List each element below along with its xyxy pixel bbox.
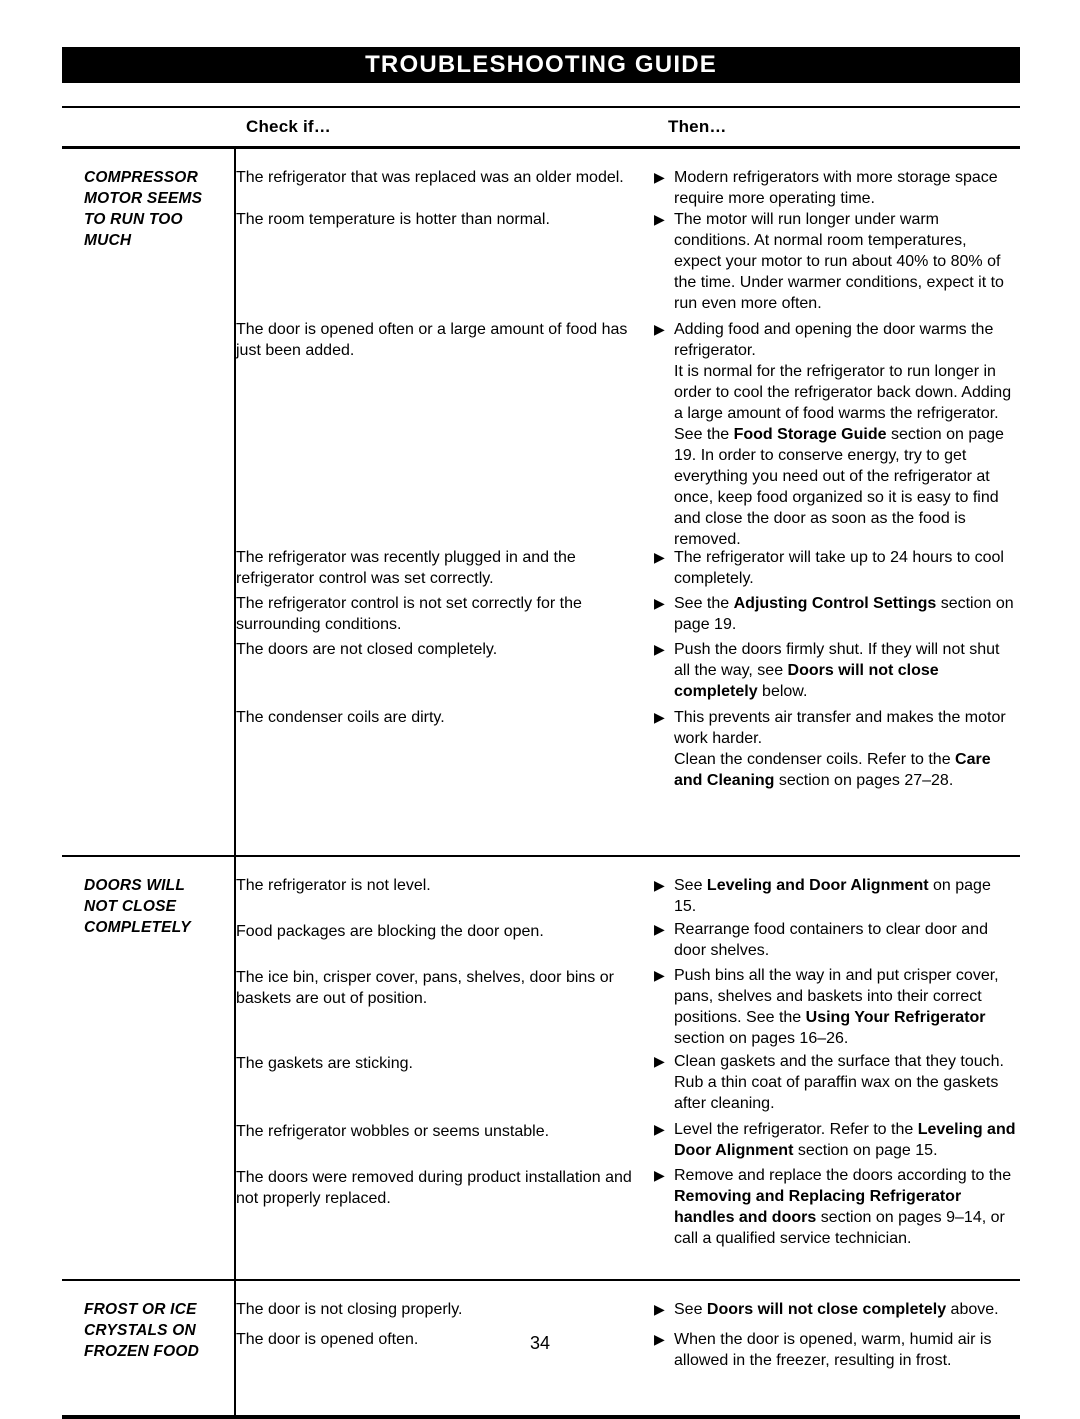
triangle-bullet-icon: ▶ bbox=[654, 549, 665, 565]
check-if-item: Food packages are blocking the door open… bbox=[236, 923, 544, 940]
then-item-text: Modern refrigerators with more storage s… bbox=[674, 169, 998, 207]
then-item-continuation: Clean the condenser coils. Refer to the … bbox=[674, 751, 991, 789]
page-number: 34 bbox=[529, 1333, 551, 1353]
check-if-item: The ice bin, crisper cover, pans, shelve… bbox=[236, 969, 614, 1007]
then-item: ▶ The refrigerator will take up to 24 hou… bbox=[654, 547, 1016, 589]
check-if-item: The room temperature is hotter than norm… bbox=[236, 211, 550, 228]
column-header-then: Then… bbox=[668, 117, 727, 136]
troubleshooting-table: Check if… Then… COMPRESSOR MOTOR SEEMS TO … bbox=[62, 106, 1020, 1419]
then-item: ▶ Level the refrigerator. Refer to the Le… bbox=[654, 1119, 1016, 1161]
section-body: The refrigerator is not level. Food packa… bbox=[234, 857, 1020, 1279]
section-body: The refrigerator that was replaced was a… bbox=[234, 149, 1020, 855]
then-item: ▶ See the Adjusting Control Settings sect… bbox=[654, 593, 1016, 635]
then-item-text: This prevents air transfer and makes the… bbox=[674, 709, 1006, 747]
check-if-item: The doors are not closed completely. bbox=[236, 641, 498, 658]
then-item-text: The motor will run longer under warm con… bbox=[674, 211, 1004, 312]
emphasis-text: Leveling and Door Alignment bbox=[706, 877, 929, 894]
emphasis-text: Using Your Refrigerator bbox=[805, 1009, 986, 1026]
check-if-item: The door is not closing properly. bbox=[236, 1301, 463, 1318]
then-item-continuation: It is normal for the refrigerator to run… bbox=[674, 363, 1012, 548]
check-if-item: The refrigerator that was replaced was a… bbox=[236, 169, 624, 186]
check-if-column: The refrigerator is not level. Food packa… bbox=[236, 875, 640, 1265]
check-if-column: The refrigerator that was replaced was a… bbox=[236, 167, 640, 841]
check-if-item: The refrigerator control is not set corr… bbox=[236, 595, 582, 633]
check-if-item: The refrigerator is not level. bbox=[236, 877, 431, 894]
then-item-text: Clean gaskets and the surface that they … bbox=[674, 1053, 1004, 1112]
then-item-text: Rearrange food containers to clear door … bbox=[674, 921, 988, 959]
page-title: TROUBLESHOOTING GUIDE bbox=[365, 51, 717, 78]
triangle-bullet-icon: ▶ bbox=[654, 709, 665, 725]
triangle-bullet-icon: ▶ bbox=[654, 1121, 665, 1137]
table-section: DOORS WILL NOT CLOSE COMPLETELY The refrige… bbox=[62, 857, 1020, 1279]
section-title: COMPRESSOR MOTOR SEEMS TO RUN TOO MUCH bbox=[84, 169, 203, 249]
section-title-cell: DOORS WILL NOT CLOSE COMPLETELY bbox=[62, 857, 234, 938]
triangle-bullet-icon: ▶ bbox=[654, 641, 665, 657]
section-title: DOORS WILL NOT CLOSE COMPLETELY bbox=[84, 877, 191, 936]
section-title-cell: COMPRESSOR MOTOR SEEMS TO RUN TOO MUCH bbox=[62, 149, 234, 251]
then-item: ▶ This prevents air transfer and makes th… bbox=[654, 707, 1016, 791]
emphasis-text: Doors will not close completely bbox=[674, 662, 939, 700]
check-if-item: The gaskets are sticking. bbox=[236, 1055, 413, 1072]
check-if-item: The condenser coils are dirty. bbox=[236, 709, 445, 726]
triangle-bullet-icon: ▶ bbox=[654, 321, 665, 337]
check-if-item: The door is opened often or a large amou… bbox=[236, 321, 628, 359]
then-item: ▶ Rearrange food containers to clear door… bbox=[654, 919, 1016, 961]
emphasis-text: Leveling and Door Alignment bbox=[674, 1121, 1016, 1159]
emphasis-text: Care and Cleaning bbox=[674, 751, 991, 789]
triangle-bullet-icon: ▶ bbox=[654, 595, 665, 611]
then-column: ▶ Modern refrigerators with more storage … bbox=[640, 167, 1020, 841]
then-column: ▶ See Leveling and Door Alignment on page… bbox=[640, 875, 1020, 1265]
table-header-row: Check if… Then… bbox=[62, 108, 1020, 146]
then-item: ▶ See Leveling and Door Alignment on page… bbox=[654, 875, 1016, 917]
emphasis-text: Food Storage Guide bbox=[733, 426, 887, 443]
triangle-bullet-icon: ▶ bbox=[654, 211, 665, 227]
then-item: ▶ Adding food and opening the door warms … bbox=[654, 319, 1016, 550]
then-item-text: Level the refrigerator. Refer to the Lev… bbox=[674, 1121, 1016, 1159]
then-item-text: Push bins all the way in and put crisper… bbox=[674, 967, 999, 1047]
check-if-item: The doors were removed during product in… bbox=[236, 1169, 632, 1207]
column-header-check-if: Check if… bbox=[246, 117, 331, 136]
then-item: ▶ Remove and replace the doors according … bbox=[654, 1165, 1016, 1249]
then-item: ▶ Modern refrigerators with more storage … bbox=[654, 167, 1016, 209]
then-item-text: Adding food and opening the door warms t… bbox=[674, 321, 994, 359]
then-item-text: The refrigerator will take up to 24 hour… bbox=[674, 549, 1004, 587]
triangle-bullet-icon: ▶ bbox=[654, 921, 665, 937]
then-item: ▶ Push the doors firmly shut. If they wil… bbox=[654, 639, 1016, 702]
triangle-bullet-icon: ▶ bbox=[654, 877, 665, 893]
triangle-bullet-icon: ▶ bbox=[654, 967, 665, 983]
then-item: ▶ Push bins all the way in and put crispe… bbox=[654, 965, 1016, 1049]
then-item: ▶ See Doors will not close completely abo… bbox=[654, 1299, 1016, 1320]
then-item-text: Push the doors firmly shut. If they will… bbox=[674, 641, 1000, 700]
then-item: ▶ Clean gaskets and the surface that they… bbox=[654, 1051, 1016, 1114]
troubleshooting-guide-page: TROUBLESHOOTING GUIDE Check if… Then… CO… bbox=[0, 0, 1080, 1419]
then-item-text: See Doors will not close completely abov… bbox=[674, 1301, 999, 1318]
emphasis-text: Adjusting Control Settings bbox=[733, 595, 937, 612]
table-bottom-rule bbox=[62, 1415, 1020, 1419]
table-section: COMPRESSOR MOTOR SEEMS TO RUN TOO MUCH The r… bbox=[62, 149, 1020, 855]
then-item-text: See Leveling and Door Alignment on page … bbox=[674, 877, 991, 915]
then-item: ▶ The motor will run longer under warm co… bbox=[654, 209, 1016, 314]
table-sections: COMPRESSOR MOTOR SEEMS TO RUN TOO MUCH The r… bbox=[62, 149, 1020, 1419]
then-item-text: See the Adjusting Control Settings secti… bbox=[674, 595, 1014, 633]
page-banner: TROUBLESHOOTING GUIDE bbox=[62, 47, 1020, 83]
triangle-bullet-icon: ▶ bbox=[654, 1167, 665, 1183]
triangle-bullet-icon: ▶ bbox=[654, 1301, 665, 1317]
then-item-text: Remove and replace the doors according t… bbox=[674, 1167, 1012, 1247]
emphasis-text: Removing and Replacing Refrigerator hand… bbox=[674, 1188, 962, 1226]
emphasis-text: Doors will not close completely bbox=[706, 1301, 947, 1318]
check-if-item: The refrigerator wobbles or seems unstab… bbox=[236, 1123, 550, 1140]
check-if-item: The refrigerator was recently plugged in… bbox=[236, 549, 576, 587]
triangle-bullet-icon: ▶ bbox=[654, 169, 665, 185]
triangle-bullet-icon: ▶ bbox=[654, 1053, 665, 1069]
